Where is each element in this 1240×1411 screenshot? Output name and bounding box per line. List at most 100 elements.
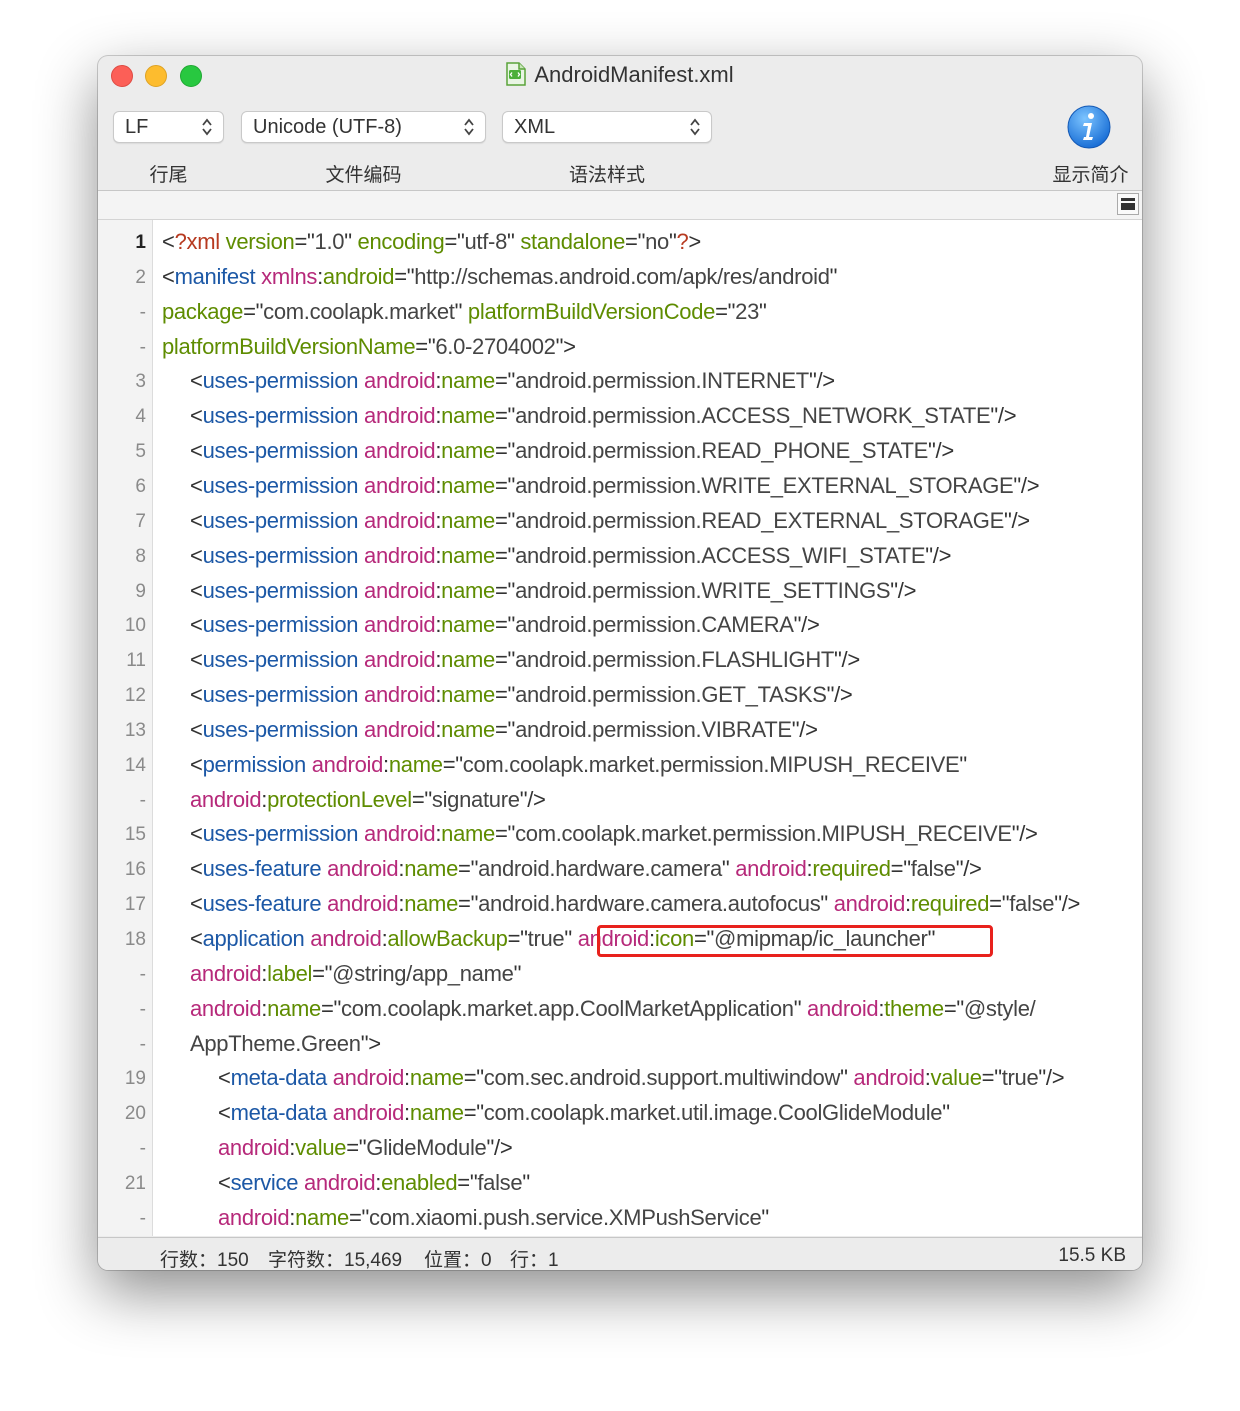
code-token: "/> [793, 612, 820, 638]
code-line[interactable]: - android:name="com.xiaomi.push.service.X… [98, 1202, 1142, 1236]
code-token: =" [989, 891, 1010, 917]
code-token: android.permission.INTERNET [515, 368, 809, 394]
editor-window: AndroidManifest.xml LF Unicode (UTF-8) X… [98, 56, 1142, 1270]
code-line[interactable]: 17 <uses-feature android:name="android.ha… [98, 888, 1142, 923]
line-number: 21 [124, 1172, 146, 1194]
code-token: " [829, 263, 838, 289]
code-line[interactable]: - AppTheme.Green"> [98, 1028, 1142, 1063]
line-number: - [139, 1033, 146, 1055]
line-number: 14 [124, 754, 146, 776]
code-token: name [441, 542, 495, 568]
code-line[interactable]: 2 <manifest xmlns:android="http://schemas… [98, 261, 1142, 296]
encoding-select[interactable]: Unicode (UTF-8) [241, 111, 486, 143]
window-title: AndroidManifest.xml [98, 62, 1142, 92]
code-line[interactable]: 10 <uses-permission android:name="android… [98, 609, 1142, 644]
code-token: =" [495, 612, 516, 638]
line-count: 行数：150 [160, 1245, 249, 1270]
code-token: GlideModule [366, 1135, 487, 1161]
code-line[interactable]: 5 <uses-permission android:name="android.… [98, 435, 1142, 470]
code-line[interactable]: 1 <?xml version="1.0" encoding="utf-8" st… [98, 226, 1142, 261]
code-line[interactable]: - platformBuildVersionName="6.0-2704002"> [98, 331, 1142, 366]
line-number: 5 [135, 441, 146, 463]
info-icon[interactable] [1066, 104, 1112, 150]
info-label: 显示简介 [1052, 165, 1129, 186]
code-token: < [190, 682, 203, 708]
code-line[interactable]: 13 <uses-permission android:name="android… [98, 714, 1142, 749]
code-token: "/> [990, 403, 1017, 429]
line-ending-value: LF [125, 116, 149, 138]
line-number: 18 [124, 929, 146, 950]
code-token: < [218, 1169, 231, 1195]
code-token: android [735, 856, 807, 882]
code-token: name [441, 647, 495, 673]
code-token: "/> [826, 682, 853, 708]
code-token: android.hardware.camera.autofocus [478, 891, 821, 917]
code-token: "/> [1003, 507, 1030, 533]
code-editor[interactable]: 1 <?xml version="1.0" encoding="utf-8" st… [98, 220, 1142, 1236]
code-token: =" [495, 647, 516, 673]
code-line[interactable]: 12 <uses-permission android:name="android… [98, 679, 1142, 714]
code-line[interactable]: 3 <uses-permission android:name="android.… [98, 365, 1142, 400]
syntax-select[interactable]: XML [502, 111, 712, 143]
code-token: "/> [1038, 1065, 1065, 1091]
code-text: <uses-feature android:name="android.hard… [190, 891, 1080, 917]
code-token: application [202, 926, 305, 951]
code-token: name [441, 682, 495, 708]
code-line[interactable]: 9 <uses-permission android:name="android.… [98, 575, 1142, 610]
code-token: =" [981, 1065, 1002, 1091]
code-line[interactable]: 21 <service android:enabled="false" [98, 1167, 1142, 1202]
code-line[interactable]: - android:label="@string/app_name" [98, 958, 1142, 993]
code-token: AppTheme.Green [190, 1030, 361, 1056]
code-line[interactable]: 20 <meta-data android:name="com.coolapk.m… [98, 1097, 1142, 1132]
code-token: "/> [1054, 891, 1081, 917]
line-ending-select[interactable]: LF [113, 111, 224, 143]
code-token: name [441, 438, 495, 464]
code-token: uses-permission [202, 472, 359, 498]
code-token: permission [202, 751, 307, 777]
code-token: =" [346, 1135, 367, 1161]
code-line[interactable]: 19 <meta-data android:name="com.sec.andro… [98, 1062, 1142, 1097]
code-line[interactable]: 14 <permission android:name="com.coolapk.… [98, 749, 1142, 784]
code-line[interactable]: 4 <uses-permission android:name="android.… [98, 400, 1142, 435]
code-text: <meta-data android:name="com.sec.android… [218, 1065, 1065, 1091]
code-line[interactable]: - android:name="com.coolapk.market.app.Co… [98, 993, 1142, 1028]
code-line[interactable]: 6 <uses-permission android:name="android.… [98, 470, 1142, 505]
code-line[interactable]: 7 <uses-permission android:name="android.… [98, 505, 1142, 540]
code-token: ? [676, 229, 689, 254]
code-token: android [311, 751, 384, 777]
code-token: android [364, 472, 436, 498]
code-token: required [812, 856, 891, 882]
code-token: " [959, 751, 967, 777]
code-text: <uses-permission android:name="android.p… [190, 578, 916, 604]
code-line[interactable]: - android:protectionLevel="signature"/> [98, 784, 1142, 819]
code-token: =" [495, 507, 516, 533]
split-view-icon[interactable] [1117, 193, 1139, 215]
title-bar[interactable]: AndroidManifest.xml [98, 56, 1142, 96]
code-token: > [688, 229, 701, 254]
line-number: - [139, 963, 146, 985]
code-token: < [190, 716, 203, 742]
code-token: =" [715, 298, 736, 324]
code-token: =" [394, 263, 415, 289]
updown-chevron-icon [464, 118, 474, 136]
code-text: <uses-permission android:name="android.p… [190, 543, 951, 569]
code-line[interactable]: 16 <uses-feature android:name="android.ha… [98, 853, 1142, 888]
code-token: android.permission.ACCESS_WIFI_STATE [515, 542, 926, 568]
line-number: 3 [135, 371, 146, 393]
updown-chevron-icon [202, 118, 212, 136]
code-line[interactable]: - package="com.coolapk.market" platformBu… [98, 296, 1142, 331]
code-line[interactable]: 11 <uses-permission android:name="android… [98, 644, 1142, 679]
code-token: com.coolapk.market [263, 298, 455, 324]
code-token: no [645, 229, 669, 254]
code-token: signature [431, 786, 520, 812]
code-line[interactable]: 8 <uses-permission android:name="android.… [98, 540, 1142, 575]
code-token: =" [312, 960, 333, 986]
code-token: android [807, 995, 879, 1021]
code-token: < [218, 1100, 231, 1126]
code-line[interactable]: 15 <uses-permission android:name="com.coo… [98, 818, 1142, 853]
code-token: "/> [1011, 821, 1038, 847]
code-line[interactable]: - android:value="GlideModule"/> [98, 1132, 1142, 1167]
code-token: < [190, 751, 203, 777]
code-token: meta-data [230, 1100, 328, 1126]
line-number: 2 [135, 266, 146, 288]
